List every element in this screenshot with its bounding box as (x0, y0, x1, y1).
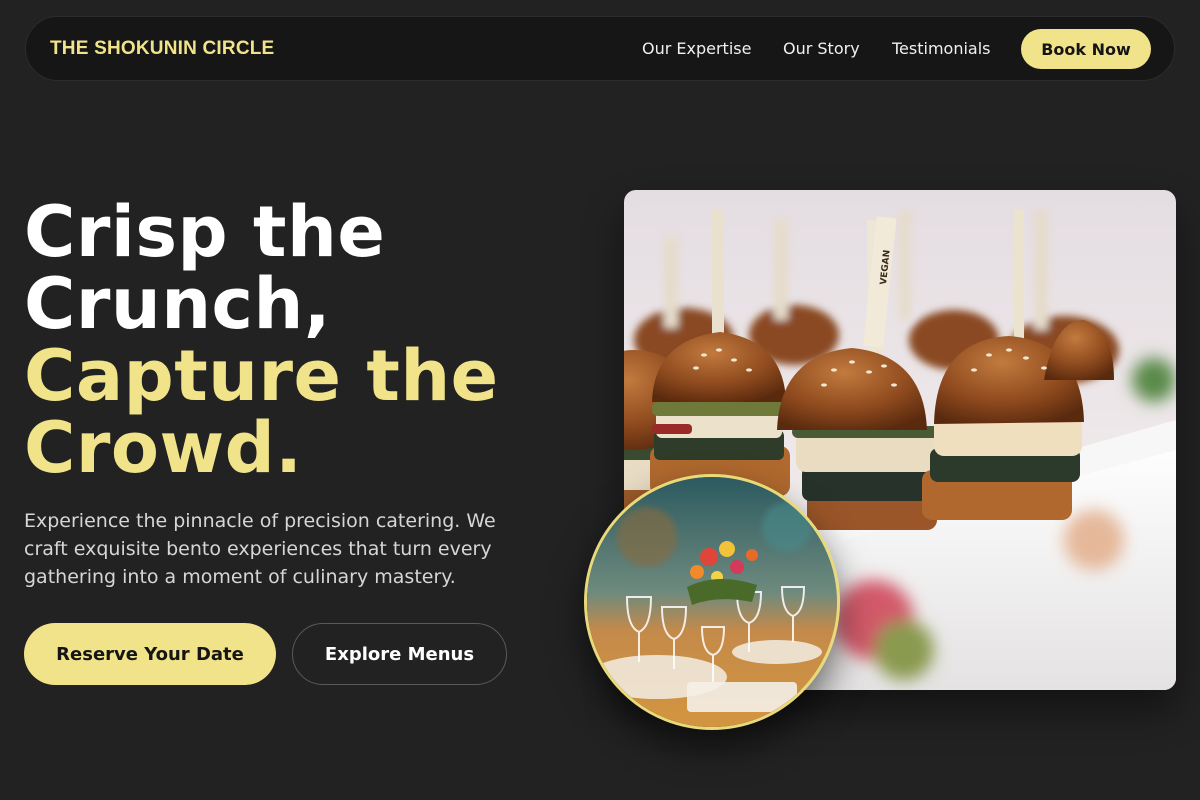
brand-logo-text[interactable]: THE SHOKUNIN CIRCLE (50, 38, 274, 60)
banquet-table-photo (584, 474, 840, 730)
nav-link-testimonials[interactable]: Testimonials (892, 39, 991, 58)
hero-description: Experience the pinnacle of precision cat… (24, 510, 496, 588)
headline-line-3: Capture the (24, 335, 499, 417)
hero-headline: Crisp the Crunch, Capture the Crowd. (24, 196, 499, 484)
headline-line-2: Crunch, (24, 263, 331, 345)
headline-line-4: Crowd. (24, 407, 303, 489)
headline-line-1: Crisp the (24, 191, 386, 273)
top-navbar: THE SHOKUNIN CIRCLE Our Expertise Our St… (25, 16, 1175, 81)
nav-link-our-expertise[interactable]: Our Expertise (642, 39, 751, 58)
explore-menus-button[interactable]: Explore Menus (292, 623, 507, 685)
reserve-date-button[interactable]: Reserve Your Date (24, 623, 276, 685)
nav-link-our-story[interactable]: Our Story (783, 39, 860, 58)
book-now-button[interactable]: Book Now (1021, 29, 1151, 69)
